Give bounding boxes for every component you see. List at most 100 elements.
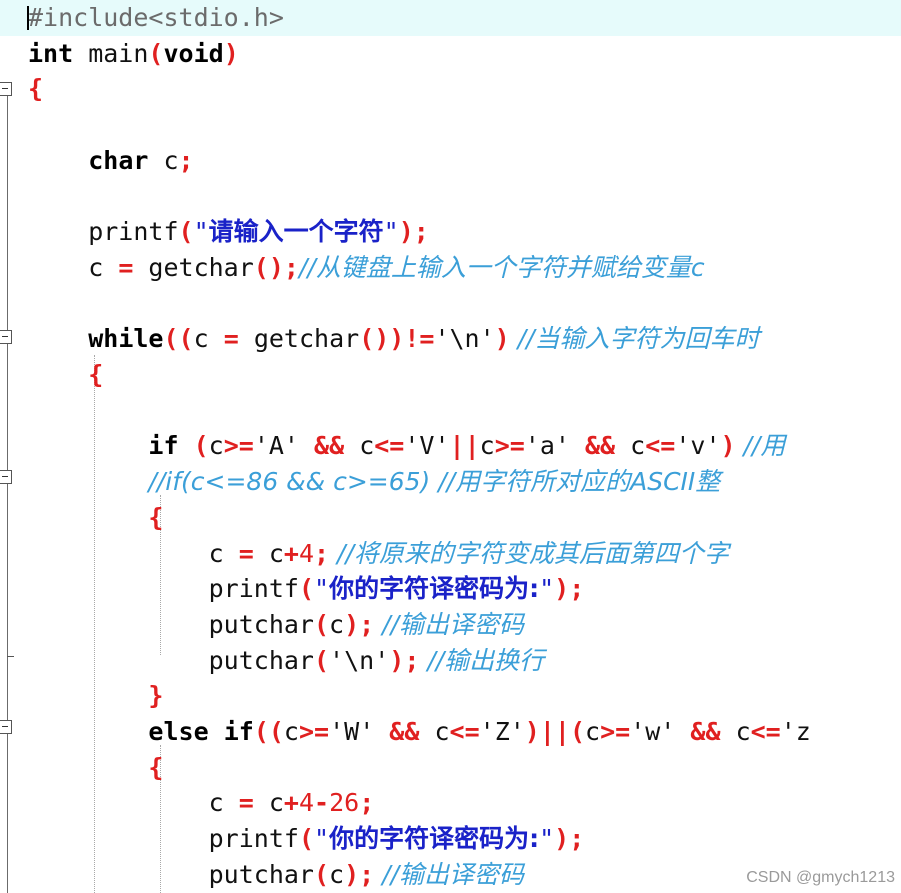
watermark: CSDN @gmych1213 [746, 869, 895, 886]
fold-toggle-if[interactable] [0, 470, 12, 484]
code-token: int [28, 38, 74, 68]
code-token: c [28, 538, 239, 568]
code-line[interactable]: c = getchar();//从键盘上输入一个字符并赋给变量c [28, 250, 705, 286]
code-token: && [569, 431, 631, 461]
code-token: //if(c<=86 && c>=65) //用字符所对应的ASCII整 [148, 467, 721, 497]
code-token: >= [494, 431, 525, 461]
code-token: c [479, 431, 495, 461]
code-token: 26 [329, 788, 360, 818]
code-token: ( [298, 824, 314, 854]
code-token: 4 [298, 788, 315, 818]
code-line[interactable]: char c; [28, 143, 194, 179]
fold-end-marker [7, 656, 14, 657]
code-token: ( [313, 609, 330, 639]
code-editor[interactable]: #include<stdio.h> int main(void){ char c;… [0, 0, 901, 893]
code-token: if [148, 431, 179, 461]
code-token: ; [413, 217, 429, 247]
code-token: 'W' [329, 717, 375, 746]
code-line[interactable]: while((c = getchar())!='\n') //当输入字符为回车时 [28, 321, 759, 357]
code-token: )||( [524, 717, 586, 746]
code-token: <= [750, 717, 781, 746]
code-line[interactable]: { [28, 750, 163, 786]
code-token: //将原来的字符变成其后面第四个字 [329, 538, 729, 568]
code-line[interactable]: printf("你的字符译密码为:"); [28, 571, 585, 607]
code-token: <= [449, 717, 480, 746]
code-token: >= [298, 717, 330, 746]
code-line[interactable]: printf("请输入一个字符"); [28, 214, 429, 250]
code-token: else [148, 717, 209, 746]
code-token: + [283, 538, 299, 568]
code-token: putchar [28, 609, 314, 639]
code-token: ()) [359, 324, 405, 354]
code-line[interactable]: c = c+4-26; [28, 785, 375, 821]
code-token: printf [28, 574, 299, 604]
code-token: 'z [780, 717, 811, 746]
code-token: ) [554, 574, 570, 604]
code-token: ; [283, 252, 299, 282]
code-token: 请输入一个字符 [208, 217, 384, 247]
code-token: while [88, 324, 164, 354]
code-token: <= [645, 431, 676, 461]
code-line[interactable]: putchar(c); //输出译密码 [28, 607, 524, 643]
code-token: printf [28, 217, 179, 247]
code-token: ; [404, 645, 420, 675]
code-line[interactable]: else if((c>='W' && c<='Z')||(c>='w' && c… [28, 714, 811, 750]
code-line[interactable]: } [28, 678, 163, 714]
code-line[interactable]: putchar('\n'); //输出换行 [28, 643, 545, 679]
code-token: 'w' [630, 717, 676, 746]
code-token: ( [313, 859, 330, 889]
code-token: 'v' [675, 431, 721, 461]
code-token: " [539, 824, 555, 854]
fold-toggle-else[interactable] [0, 720, 12, 734]
code-line[interactable]: int main(void) [28, 36, 239, 72]
code-token: ( [148, 38, 164, 68]
code-token: '\n' [434, 324, 495, 354]
code-token: ; [359, 859, 375, 889]
code-token: c [283, 717, 299, 746]
code-token: 'Z' [479, 717, 525, 746]
code-token: #include<stdio.h> [28, 3, 284, 32]
code-token: { [28, 74, 44, 104]
code-line[interactable]: putchar(c); //输出译密码 [28, 857, 524, 893]
code-token: '\n' [329, 645, 390, 675]
code-token: >= [223, 431, 254, 461]
fold-guide-line [7, 90, 8, 893]
code-token: { [148, 752, 164, 782]
code-token: " [539, 574, 555, 604]
code-line[interactable]: if (c>='A' && c<='V'||c>='a' && c<='v') … [28, 428, 785, 464]
code-line[interactable]: { [28, 71, 43, 107]
code-token: c [28, 252, 119, 282]
code-token: } [148, 681, 164, 711]
fold-toggle-main[interactable] [0, 82, 12, 96]
code-token: //从键盘上输入一个字符并赋给变量c [298, 252, 705, 282]
fold-toggle-while[interactable] [0, 330, 12, 344]
code-token: = [223, 324, 239, 354]
code-token: void [163, 38, 224, 68]
code-token: " [314, 824, 330, 854]
code-token: 你的字符译密码为: [329, 824, 540, 854]
code-token: || [449, 431, 480, 461]
code-token: ; [178, 145, 194, 175]
code-token: putchar [28, 859, 314, 889]
code-token: ( [178, 217, 194, 247]
code-line[interactable]: #include<stdio.h> [0, 0, 901, 36]
code-token: 'a' [524, 431, 570, 461]
code-token: c [735, 717, 751, 746]
code-token: printf [28, 824, 299, 854]
code-token: c [148, 145, 179, 175]
code-token: c [253, 538, 284, 568]
code-line[interactable]: c = c+4; //将原来的字符变成其后面第四个字 [28, 536, 729, 572]
code-line[interactable]: { [28, 357, 103, 393]
code-token: c [28, 788, 239, 818]
code-line[interactable]: { [28, 500, 163, 536]
code-token: ( [178, 431, 209, 461]
code-line[interactable]: //if(c<=86 && c>=65) //用字符所对应的ASCII整 [28, 464, 720, 500]
code-token: () [253, 252, 284, 282]
code-token: ) [494, 324, 510, 354]
code-token: 你的字符译密码为: [329, 574, 540, 604]
code-line[interactable]: printf("你的字符译密码为:"); [28, 821, 585, 857]
